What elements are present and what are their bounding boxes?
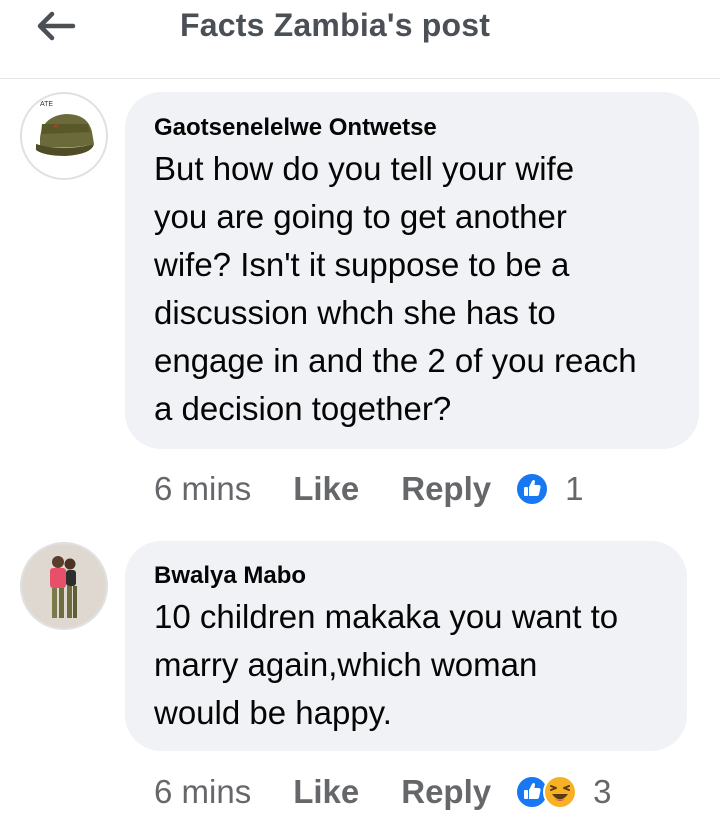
comment-text-line: engage in and the 2 of you reach [154, 342, 637, 379]
reply-button[interactable]: Reply [401, 773, 491, 811]
comment-text-line: you are going to get another [154, 198, 567, 235]
page-title: Facts Zambia's post [180, 7, 491, 43]
reactions[interactable] [515, 472, 550, 506]
haha-reaction-icon [543, 775, 578, 809]
reaction-count[interactable]: 3 [593, 773, 611, 811]
comment-actions: 6 mins Like Reply 1 [154, 469, 583, 509]
comment-text-line: discussion whch she has to [154, 294, 556, 331]
comment-text-line: a decision together? [154, 390, 452, 427]
post-header: Facts Zambia's post [0, 0, 720, 79]
back-button[interactable] [28, 0, 84, 52]
reactions[interactable] [515, 775, 578, 809]
like-reaction-icon [515, 472, 550, 506]
military-cap-avatar: ATE [22, 94, 106, 178]
couple-photo-avatar [22, 544, 106, 628]
like-button[interactable]: Like [293, 773, 359, 811]
comment-author[interactable]: Bwalya Mabo [154, 562, 306, 590]
comment-text: But how do you tell your wife you are go… [154, 145, 637, 433]
comment-text-line: marry again,which woman [154, 646, 538, 683]
comment-text: 10 children makaka you want to marry aga… [154, 593, 618, 737]
comment-text-line: would be happy. [154, 694, 392, 731]
comment-text-line: But how do you tell your wife [154, 150, 575, 187]
reaction-count[interactable]: 1 [565, 470, 583, 508]
comment-bubble: Bwalya Mabo 10 children makaka you want … [125, 541, 687, 751]
avatar[interactable]: ATE [20, 92, 108, 180]
arrow-left-icon [37, 11, 76, 41]
avatar[interactable] [20, 542, 108, 630]
comment-text-line: 10 children makaka you want to [154, 598, 619, 635]
avatar-text: ATE [40, 101, 53, 108]
comment-author[interactable]: Gaotsenelelwe Ontwetse [154, 114, 437, 142]
comment-timestamp[interactable]: 6 mins [154, 773, 251, 811]
reply-button[interactable]: Reply [401, 470, 491, 508]
comment-bubble: Gaotsenelelwe Ontwetse But how do you te… [125, 92, 699, 449]
comment-timestamp[interactable]: 6 mins [154, 470, 251, 508]
comment-text-line: wife? Isn't it suppose to be a [154, 246, 570, 283]
comment-actions: 6 mins Like Reply 3 [154, 772, 611, 812]
like-button[interactable]: Like [293, 470, 359, 508]
